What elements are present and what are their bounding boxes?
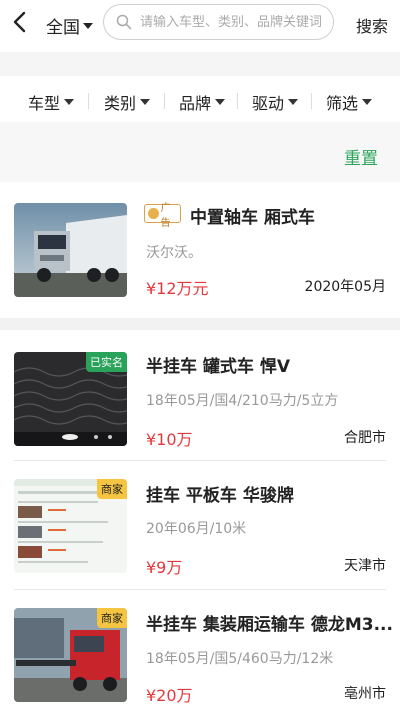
region-label: 全国 [46,18,80,38]
filter-bar: 车型 类别 品牌 驱动 筛选 [0,76,400,122]
container-truck-thumbnail: 商家 [14,608,127,702]
listing-location: 天津市 [344,558,386,574]
listing-price: ¥10万 [146,430,193,449]
list-item[interactable]: 已实名 半挂车 罐式车 悍V 18年05月/国4/210马力/5立方 ¥10万 … [0,330,400,460]
list-item[interactable]: 商家 半挂车 集装厢运输车 德龙M3... 18年05月/国5/460马力/12… [0,590,400,710]
filter-divider [164,93,165,109]
listing-location: 亳州市 [344,686,386,702]
filter-label: 类别 [104,94,137,113]
listing-title: 半挂车 集装厢运输车 德龙M3... [146,615,393,635]
listing-subtitle: 20年06月/10米 [146,521,247,537]
back-chevron-icon[interactable] [8,9,34,35]
listing-title: 半挂车 罐式车 悍V [146,357,290,377]
listing-title: 挂车 平板车 华骏牌 [146,486,294,506]
filter-divider [311,93,312,109]
listing-location: 合肥市 [344,430,386,446]
section-gap [0,52,400,76]
listing-price: ¥20万 [146,686,193,705]
filter-more[interactable]: 筛选 [326,90,373,114]
filter-divider [237,93,238,109]
region-selector[interactable]: 全国 [46,13,93,38]
listing-price: ¥12万元 [146,279,209,298]
ad-badge: 广告 [144,203,181,229]
top-bar: 全国 搜索 [0,0,400,52]
listing-subtitle: 沃尔沃。 [146,245,202,261]
triangle-down-icon [215,99,226,105]
section-gap [0,318,400,330]
search-button[interactable]: 搜索 [356,13,388,37]
ad-label: 广告 [160,202,171,229]
verified-badge: 已实名 [86,352,127,372]
filter-label: 筛选 [326,94,359,113]
listing-subtitle: 18年05月/国4/210马力/5立方 [146,393,339,409]
search-box[interactable] [103,4,334,40]
triangle-down-icon [362,99,373,105]
triangle-down-icon [140,99,151,105]
search-input[interactable] [140,14,330,30]
reset-bar: 重置 [0,122,400,182]
filter-drive[interactable]: 驱动 [252,90,299,114]
search-icon [116,14,132,30]
filter-brand[interactable]: 品牌 [179,90,226,114]
merchant-badge: 商家 [97,479,127,499]
triangle-down-icon [288,99,299,105]
flatbed-thumbnail: 商家 [14,479,127,573]
listing-subtitle: 18年05月/国5/460马力/12米 [146,651,334,667]
filter-divider [88,93,89,109]
listing-price: ¥9万 [146,558,183,577]
listing-title: 中置轴车 厢式车 [190,208,315,228]
filter-vehicle-type[interactable]: 车型 [28,90,75,114]
triangle-down-icon [64,99,75,105]
filter-label: 驱动 [252,94,285,113]
merchant-badge: 商家 [97,608,127,628]
filter-label: 品牌 [179,94,212,113]
tank-thumbnail: 已实名 [14,352,127,446]
list-item[interactable]: 商家 挂车 平板车 华骏牌 20年06月/10米 ¥9万 天津市 [0,461,400,589]
ad-coin-icon [148,208,159,219]
reset-button[interactable]: 重置 [344,144,378,169]
list-item[interactable]: 广告 中置轴车 厢式车 沃尔沃。 ¥12万元 2020年05月 [0,182,400,318]
filter-category[interactable]: 类别 [104,90,151,114]
filter-label: 车型 [28,94,61,113]
listing-date: 2020年05月 [304,279,386,295]
triangle-down-icon [83,22,93,29]
truck-thumbnail [14,203,127,297]
